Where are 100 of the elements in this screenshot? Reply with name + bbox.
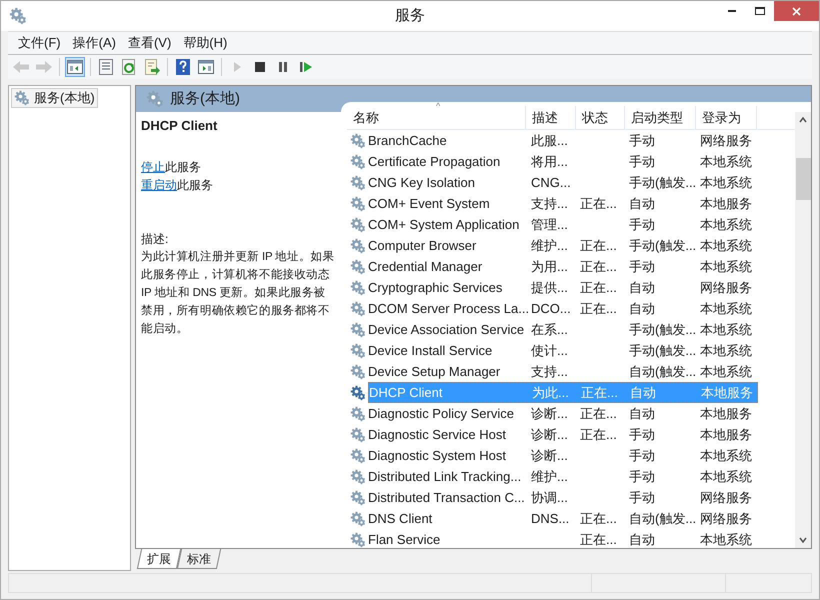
menu-item[interactable]: 帮助(H) — [177, 33, 234, 53]
column-header[interactable]: 描述 — [526, 106, 576, 129]
service-row[interactable]: Device Install Service 使计... 手动(触发... 本地系统 — [347, 340, 795, 361]
table-cell-text: 使计... — [530, 342, 569, 360]
table-cell-text: 手动 — [628, 216, 656, 234]
table-cell-text: 手动 — [628, 446, 656, 465]
service-row[interactable]: DCOM Server Process La...DCO... 正在... 自动 本地系统 — [347, 298, 795, 319]
close-button[interactable] — [774, 1, 819, 21]
service-row[interactable]: Computer Browser 维护... 正在... 手动(触发... 本地系统 — [347, 235, 795, 256]
toolbar-button[interactable] — [65, 57, 85, 77]
table-cell-text: 正在... — [579, 510, 618, 528]
column-header[interactable]: 登录为 — [696, 106, 757, 129]
service-row[interactable]: DNS Client DNS... 正在... 自动(触发... 网络服务 — [347, 508, 795, 529]
table-cell-text: 本地服务 — [699, 194, 753, 213]
table-cell-text: 手动 — [628, 258, 656, 276]
table-cell-text: 手动(触发... — [628, 174, 695, 192]
service-row[interactable]: CNG Key Isolation CNG... 手动(触发... 本地系统 — [347, 172, 795, 193]
table-cell-text: 本地系统 — [699, 468, 753, 486]
table-cell-text: 手动(触发... — [628, 342, 695, 360]
service-row[interactable]: Distributed Transaction C... 协调... 手动 网络服务 — [347, 487, 795, 508]
table-cell-text: Certificate Propagation — [368, 152, 502, 171]
description-label: 描述: — [141, 230, 170, 248]
table-cell-text: Diagnostic System Host — [368, 446, 507, 465]
table-cell-text: Distributed Link Tracking... — [368, 468, 522, 486]
service-row[interactable]: Device Setup Manager 支持... 自动(触发... 本地系统 — [347, 361, 795, 382]
gear-icon — [350, 322, 366, 338]
service-row[interactable]: Diagnostic Service Host 诊断... 正在... 手动 本地服务 — [347, 424, 795, 445]
gear-icon — [350, 132, 366, 148]
table-cell-text: 手动 — [628, 426, 656, 444]
scrollbar[interactable] — [795, 112, 811, 548]
table-cell-text: 手动 — [628, 468, 656, 486]
gear-icon — [350, 426, 366, 442]
tree-item[interactable]: 服务(本地) — [11, 88, 98, 108]
panel-title: 服务(本地) — [170, 88, 240, 109]
gear-icon — [350, 300, 366, 316]
scroll-thumb[interactable] — [796, 158, 810, 200]
service-row[interactable]: Cryptographic Services 提供... 正在... 自动 网络服务 — [347, 277, 795, 298]
action-text: 停止此服务 — [141, 158, 202, 176]
table-cell-text: DCO... — [530, 300, 572, 318]
table-cell-text: 诊断... — [530, 404, 569, 423]
table-cell-text: DNS Client — [368, 510, 434, 528]
close-icon — [792, 6, 801, 16]
table-cell-text: 本地系统 — [699, 300, 753, 318]
table-cell-text: 本地系统 — [699, 152, 753, 171]
menu-item[interactable]: 文件(F) — [12, 33, 67, 53]
gear-icon — [350, 510, 366, 526]
service-row[interactable]: Credential Manager 为用... 正在... 手动 本地系统 — [347, 256, 795, 277]
service-row[interactable]: Flan Service 正在... 自动 本地系统 — [347, 529, 795, 548]
table-cell-text: 手动 — [628, 152, 656, 171]
table-cell-text: 网络服务 — [699, 510, 753, 528]
table-cell-text: 正在... — [579, 530, 618, 548]
table-cell-text: Device Setup Manager — [368, 362, 502, 381]
action-link[interactable]: 重启动 — [141, 178, 177, 192]
table-cell-text: 将用... — [530, 152, 569, 171]
column-header[interactable]: 启动类型 — [625, 106, 696, 129]
view-tab[interactable]: 标准 — [176, 549, 222, 569]
table-cell-text: 自动 — [628, 278, 656, 297]
toolbar-button[interactable] — [196, 57, 216, 77]
service-row[interactable]: COM+ Event System 支持... 正在... 自动 本地服务 — [347, 193, 795, 214]
service-row[interactable]: Device Association Service 在系... 手动(触发... 本地系统 — [347, 319, 795, 340]
properties-icon — [97, 58, 115, 76]
table-cell-text: 网络服务 — [699, 278, 753, 297]
menu-item[interactable]: 查看(V) — [122, 33, 178, 53]
table-cell-text: 本地系统 — [699, 236, 753, 255]
view-tab[interactable]: 扩展 — [136, 549, 182, 569]
gear-icon — [146, 90, 164, 108]
table-cell-text: 正在... — [579, 300, 618, 318]
gear-icon — [350, 448, 366, 464]
gear-icon — [350, 490, 366, 506]
service-row[interactable]: Diagnostic Policy Service 诊断... 正在... 自动 本地服务 — [347, 403, 795, 424]
help-icon — [174, 58, 192, 76]
service-row[interactable]: Diagnostic System Host 诊断... 手动 本地系统 — [347, 445, 795, 466]
table-cell-text: 为用... — [530, 258, 569, 276]
table-cell-text: 维护... — [530, 468, 569, 486]
service-row[interactable]: BranchCache 此服... 手动 网络服务 — [347, 130, 795, 151]
table-cell-text: Credential Manager — [368, 258, 484, 276]
table-cell-text: 自动 — [628, 300, 656, 318]
table-cell-text: CNG Key Isolation — [368, 174, 476, 192]
toolbar-button[interactable] — [96, 57, 116, 77]
description-text: 为此计算机注册并更新 IP 地址。如果此服务停止，计算机将不能接收动态 IP 地址和 DNS 更新。如果此服务被禁用，所有明确依赖它的服务都将不能启动。 — [141, 249, 336, 336]
table-cell-text: 自动 — [629, 384, 657, 402]
table-cell-text: 正在... — [579, 426, 618, 444]
table-cell-text: 自动(触发... — [628, 362, 695, 381]
table-cell-text: DHCP Client — [369, 384, 444, 402]
toolbar-button[interactable] — [173, 57, 193, 77]
table-cell-text: CNG... — [530, 174, 572, 192]
service-row[interactable]: Certificate Propagation 将用... 手动 本地系统 — [347, 151, 795, 172]
menu-item[interactable]: 操作(A) — [66, 33, 122, 53]
table-cell-text: COM+ System Application — [368, 216, 520, 234]
gear-icon — [350, 216, 366, 232]
gear-icon — [350, 238, 366, 254]
table-cell-text: 本地系统 — [699, 320, 753, 339]
table-cell-text: 提供... — [530, 278, 569, 297]
action-link[interactable]: 停止 — [141, 160, 165, 174]
service-row[interactable]: COM+ System Application 管理... 手动 本地系统 — [347, 214, 795, 235]
service-row[interactable]: Distributed Link Tracking... 维护... 手动 本地系统 — [347, 466, 795, 487]
table-cell-text: 正在... — [580, 384, 619, 402]
table-cell-text: Flan Service — [368, 530, 442, 548]
column-header[interactable]: 状态 — [576, 106, 625, 129]
table-cell-text: 诊断... — [530, 426, 569, 444]
